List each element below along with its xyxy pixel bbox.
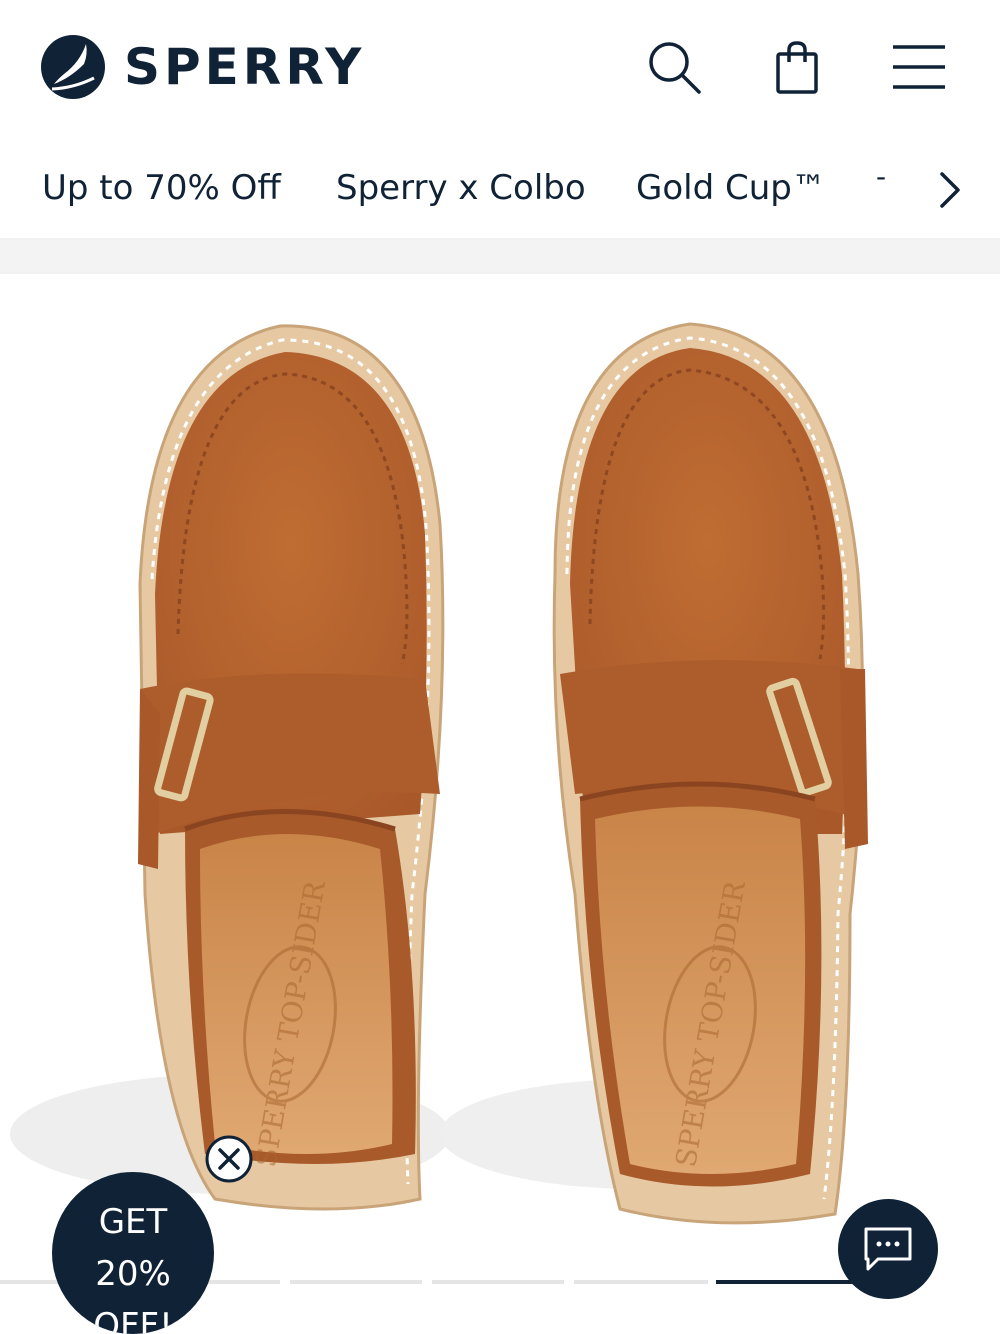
hamburger-menu-icon[interactable] [890,38,948,96]
nav-item-gold-cup[interactable]: Gold Cup™ [636,168,826,208]
brand-logo[interactable]: SPERRY [40,32,365,102]
promo-line-1: GET [98,1202,168,1242]
nav-item-sale[interactable]: Up to 70% Off [42,168,281,208]
search-icon[interactable] [645,38,703,96]
nav-item-partial[interactable]: - [876,160,886,193]
chevron-right-icon[interactable] [930,170,970,210]
brand-name: SPERRY [124,38,366,96]
gallery-dot-active[interactable] [716,1280,856,1284]
nav-item-colbo[interactable]: Sperry x Colbo [336,168,586,208]
left-shoe: SPERRY TOP-SIDER [138,324,445,1211]
gallery-dot[interactable] [574,1280,708,1284]
close-icon[interactable] [204,1134,254,1184]
right-shoe: SPERRY TOP-SIDER [552,322,868,1225]
discount-promo-bubble[interactable]: GET 20% OFF! [52,1172,214,1334]
site-header: SPERRY [0,0,1000,135]
gallery-dot[interactable] [432,1280,564,1284]
shopping-bag-icon[interactable] [768,38,826,96]
divider-band [0,238,1000,274]
chat-button[interactable] [838,1199,938,1299]
category-nav: Up to 70% Off Sperry x Colbo Gold Cup™ - [0,140,1000,238]
promo-line-3: OFF! [93,1306,173,1334]
chat-icon [864,1227,912,1271]
gallery-dot[interactable] [290,1280,422,1284]
sailboat-logo-icon [41,35,105,99]
product-image[interactable]: SPERRY TOP-SIDER SPERRY TOP-SIDER [0,274,1000,1274]
promo-line-2: 20% [95,1254,171,1294]
